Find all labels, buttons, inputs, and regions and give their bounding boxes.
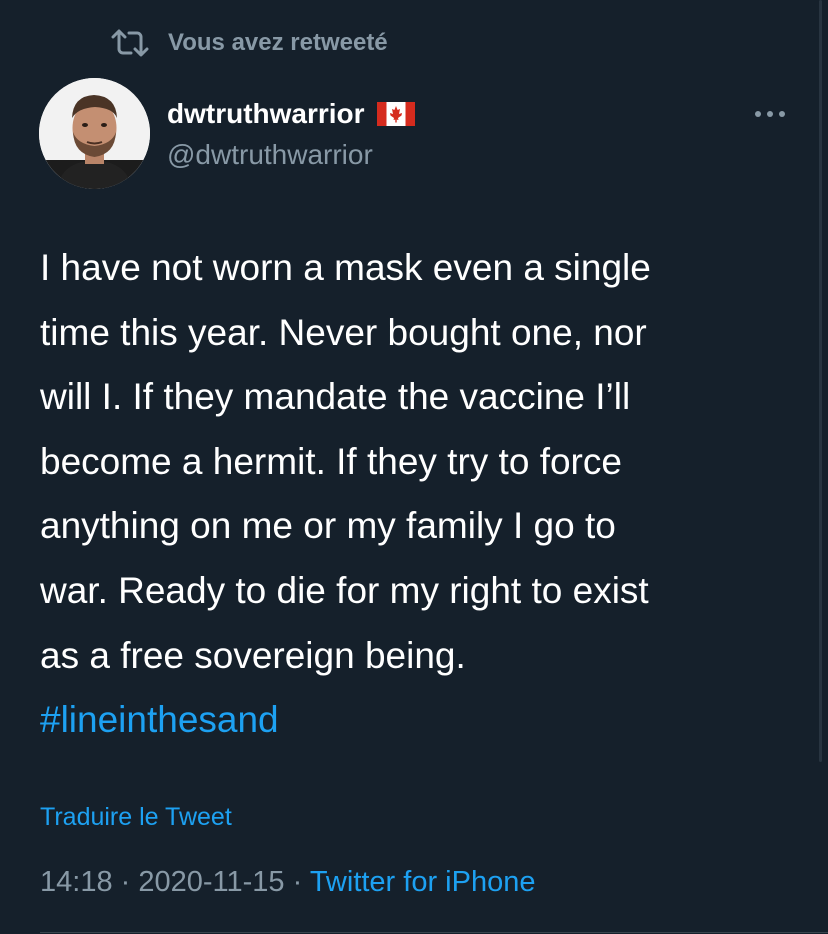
tweet-metadata: 14:18 · 2020-11-15 · Twitter for iPhone [40, 862, 535, 902]
more-options-button[interactable] [750, 102, 790, 126]
tweet-text-line: time this year. Never bought one, nor [40, 311, 647, 353]
meta-separator: · [112, 866, 139, 898]
tweet-text-line: as a free sovereign being. [40, 634, 466, 676]
user-handle[interactable]: @dwtruthwarrior [167, 137, 373, 173]
tweet-detail-view: Vous avez retweeté dwtruthwarrior @dwtru… [0, 0, 828, 934]
tweet-text-line: I have not worn a mask even a single [40, 247, 651, 288]
translate-tweet-link[interactable]: Traduire le Tweet [40, 800, 232, 834]
retweet-label: Vous avez retweeté [168, 29, 388, 56]
tweet-text-line: anything on me or my family I go to [40, 505, 616, 547]
tweet-time[interactable]: 14:18 [40, 866, 113, 898]
hashtag-link[interactable]: #lineinthesand [40, 688, 780, 753]
tweet-source-link[interactable]: Twitter for iPhone [310, 866, 536, 898]
display-name[interactable]: dwtruthwarrior [167, 98, 365, 130]
scrollbar[interactable] [819, 0, 822, 762]
user-name-row[interactable]: dwtruthwarrior [167, 96, 415, 132]
avatar[interactable] [39, 78, 150, 189]
more-options-icon [755, 111, 785, 117]
meta-separator: · [284, 866, 310, 898]
tweet-text-line: become a hermit. If they try to force [40, 440, 622, 482]
profile-photo [39, 78, 150, 189]
canada-flag-icon [376, 102, 415, 126]
retweet-icon [110, 26, 150, 60]
tweet-text-line: war. Ready to die for my right to exist [40, 569, 649, 611]
divider [40, 932, 828, 933]
tweet-date[interactable]: 2020-11-15 [138, 866, 284, 898]
tweet-text: I have not worn a mask even a single tim… [40, 236, 780, 753]
tweet-text-line: will I. If they mandate the vaccine I’ll [40, 376, 631, 418]
retweet-indicator: Vous avez retweeté [110, 26, 388, 60]
